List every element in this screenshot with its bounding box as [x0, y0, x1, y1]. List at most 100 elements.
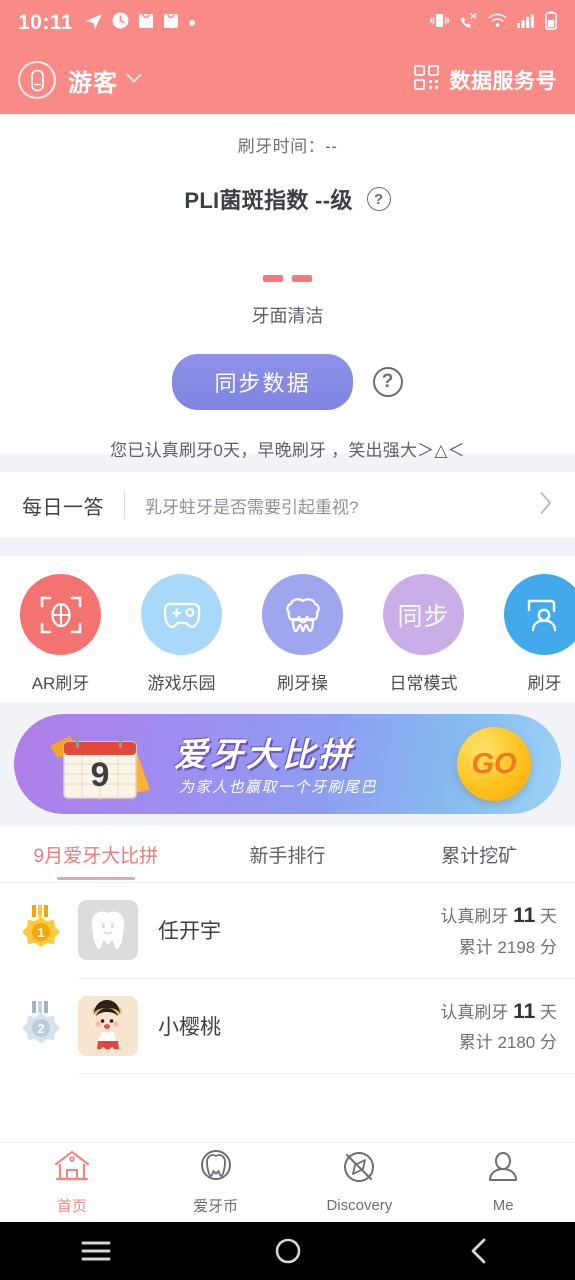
shortcut-brush-more[interactable]: 刷牙 — [484, 574, 575, 694]
missed-call-icon — [459, 12, 478, 34]
banner-subtitle: 为家人也赢取一个牙刷尾巴 — [179, 779, 378, 796]
row-divider — [78, 1073, 575, 1075]
shortcut-game-park[interactable]: 游戏乐园 — [121, 574, 242, 694]
dash-right — [292, 275, 312, 282]
nav-label: 首页 — [56, 1198, 87, 1215]
tab-cumulative-mining[interactable]: 累计挖矿 — [383, 841, 575, 868]
rank-points-suffix: 分 — [540, 937, 557, 957]
shortcut-brush-exercise[interactable]: 刷牙操 — [242, 574, 363, 694]
daily-question-text: 乳牙蛀牙是否需要引起重视? — [145, 497, 359, 517]
section-gap — [0, 538, 575, 556]
pli-index-row: PLI菌斑指数 --级 ? — [0, 183, 575, 215]
plaque-dash-indicator — [0, 275, 575, 282]
rank-days-value: 11 — [513, 904, 536, 927]
rank-points-line: 累计 2180 分 — [440, 1029, 557, 1057]
nav-label: 爱牙币 — [193, 1198, 239, 1215]
table-row[interactable]: 2 小樱桃 认真刷牙 11 天 累计 2180 分 — [0, 978, 575, 1074]
person-icon — [485, 1151, 521, 1190]
shortcut-ar-brush[interactable]: AR刷牙 — [0, 574, 121, 694]
chevron-right-icon[interactable] — [539, 491, 553, 520]
rank-points-prefix: 累计 — [458, 937, 493, 957]
qr-code-icon[interactable] — [413, 64, 440, 96]
bag-icon — [138, 12, 154, 34]
shortcut-label: 刷牙 — [527, 674, 562, 693]
bag-icon — [163, 12, 179, 34]
daily-question-row[interactable]: 每日一答 乳牙蛀牙是否需要引起重视? — [0, 472, 575, 538]
rank-days-suffix: 天 — [540, 1002, 557, 1022]
rank-user-name: 任开宇 — [158, 920, 221, 944]
ranking-tabs: 9月爱牙大比拼 新手排行 累计挖矿 — [0, 826, 575, 882]
clock-icon — [112, 12, 129, 34]
sync-data-button[interactable]: 同步数据 — [172, 354, 353, 410]
pli-help-icon[interactable]: ? — [366, 187, 391, 211]
tooth-coin-icon — [198, 1149, 234, 1188]
back-icon[interactable] — [383, 1236, 575, 1266]
rank-days-prefix: 认真刷牙 — [440, 907, 509, 926]
dot-icon — [188, 14, 196, 32]
status-bar: 10:11 — [0, 0, 575, 46]
rank-days-prefix: 认真刷牙 — [440, 1002, 509, 1022]
status-time: 10:11 — [18, 11, 74, 34]
telegram-icon — [85, 12, 103, 35]
avatar[interactable] — [18, 61, 56, 99]
avatar — [78, 996, 138, 1057]
sync-help-icon[interactable]: ? — [372, 367, 403, 397]
home-icon — [53, 1149, 91, 1188]
battery-icon — [545, 11, 557, 35]
rank-stats: 认真刷牙 11 天 累计 2198 分 — [440, 899, 557, 962]
campaign-banner[interactable]: 9 爱牙大比拼 为家人也赢取一个牙刷尾巴 GO — [14, 714, 561, 814]
daily-question-title: 每日一答 — [22, 496, 104, 519]
shortcut-label: 游戏乐园 — [147, 674, 216, 693]
sync-text-glyph: 同步 — [397, 602, 450, 631]
tab-september-contest[interactable]: 9月爱牙大比拼 — [0, 841, 192, 868]
sync-text-icon: 同步 — [383, 574, 464, 655]
gold-medal-icon: 1 — [18, 903, 64, 957]
tab-newbie-ranking[interactable]: 新手排行 — [192, 841, 384, 868]
banner-title: 爱牙大比拼 — [174, 736, 354, 773]
user-card-icon — [504, 574, 575, 655]
tooth-face-icon — [262, 574, 343, 655]
svg-text:1: 1 — [37, 925, 44, 940]
rank-points-value: 2180 — [497, 1033, 536, 1053]
rank-days-value: 11 — [513, 999, 536, 1023]
nav-item-discovery[interactable]: Discovery — [288, 1151, 432, 1214]
user-name[interactable]: 游客 — [68, 63, 118, 98]
ar-brush-icon — [20, 574, 101, 655]
chevron-down-icon[interactable] — [126, 71, 142, 89]
nav-item-home[interactable]: 首页 — [0, 1149, 144, 1216]
table-row[interactable]: 1 任开宇 认真刷牙 11 天 累计 2198 分 — [0, 883, 575, 978]
rank-days-suffix: 天 — [540, 907, 557, 926]
shortcut-row: AR刷牙 游戏乐园 刷牙操 同步 日常模式 刷牙 — [0, 556, 575, 702]
shortcut-label: AR刷牙 — [31, 674, 90, 693]
home-circle-icon[interactable] — [192, 1236, 384, 1266]
rank-points-prefix: 累计 — [458, 1033, 493, 1053]
wifi-icon — [488, 13, 507, 33]
rank-points-value: 2198 — [497, 937, 536, 957]
status-right-icons — [430, 11, 557, 35]
brush-time-label: 刷牙时间：-- — [237, 137, 338, 156]
encourage-text: 您已认真刷牙0天，早晚刷牙 ，笑出强大＞△＜ — [110, 441, 465, 460]
nav-item-me[interactable]: Me — [431, 1151, 575, 1214]
signal-icon — [517, 13, 535, 33]
banner-go-button[interactable]: GO — [457, 727, 531, 801]
rank-user-name: 小樱桃 — [158, 1016, 221, 1040]
silver-medal-icon: 2 — [18, 999, 64, 1053]
phone-screen: 10:11 游客 数据服务号 刷牙时间：-- PLI菌斑指数 --级 ? 牙面清… — [0, 0, 575, 1280]
shortcut-label: 刷牙操 — [277, 674, 328, 693]
nav-label: Discovery — [326, 1197, 393, 1214]
service-account-label[interactable]: 数据服务号 — [450, 65, 558, 95]
banner-container: 9 爱牙大比拼 为家人也赢取一个牙刷尾巴 GO — [0, 702, 575, 826]
rank-days-line: 认真刷牙 11 天 — [440, 995, 557, 1030]
bottom-navigation: 首页 爱牙币 Discovery Me — [0, 1142, 575, 1222]
pli-title: PLI菌斑指数 --级 — [184, 188, 353, 213]
dash-left — [263, 275, 283, 282]
menu-icon[interactable] — [0, 1238, 192, 1264]
daily-divider — [124, 491, 125, 519]
shortcut-daily-mode[interactable]: 同步 日常模式 — [363, 574, 484, 694]
system-navigation-bar — [0, 1222, 575, 1280]
gamepad-icon — [141, 574, 222, 655]
nav-item-tooth-coin[interactable]: 爱牙币 — [144, 1149, 288, 1216]
sync-row: 同步数据 ? — [0, 354, 575, 410]
vibrate-icon — [430, 12, 449, 34]
rank-points-suffix: 分 — [540, 1033, 557, 1053]
